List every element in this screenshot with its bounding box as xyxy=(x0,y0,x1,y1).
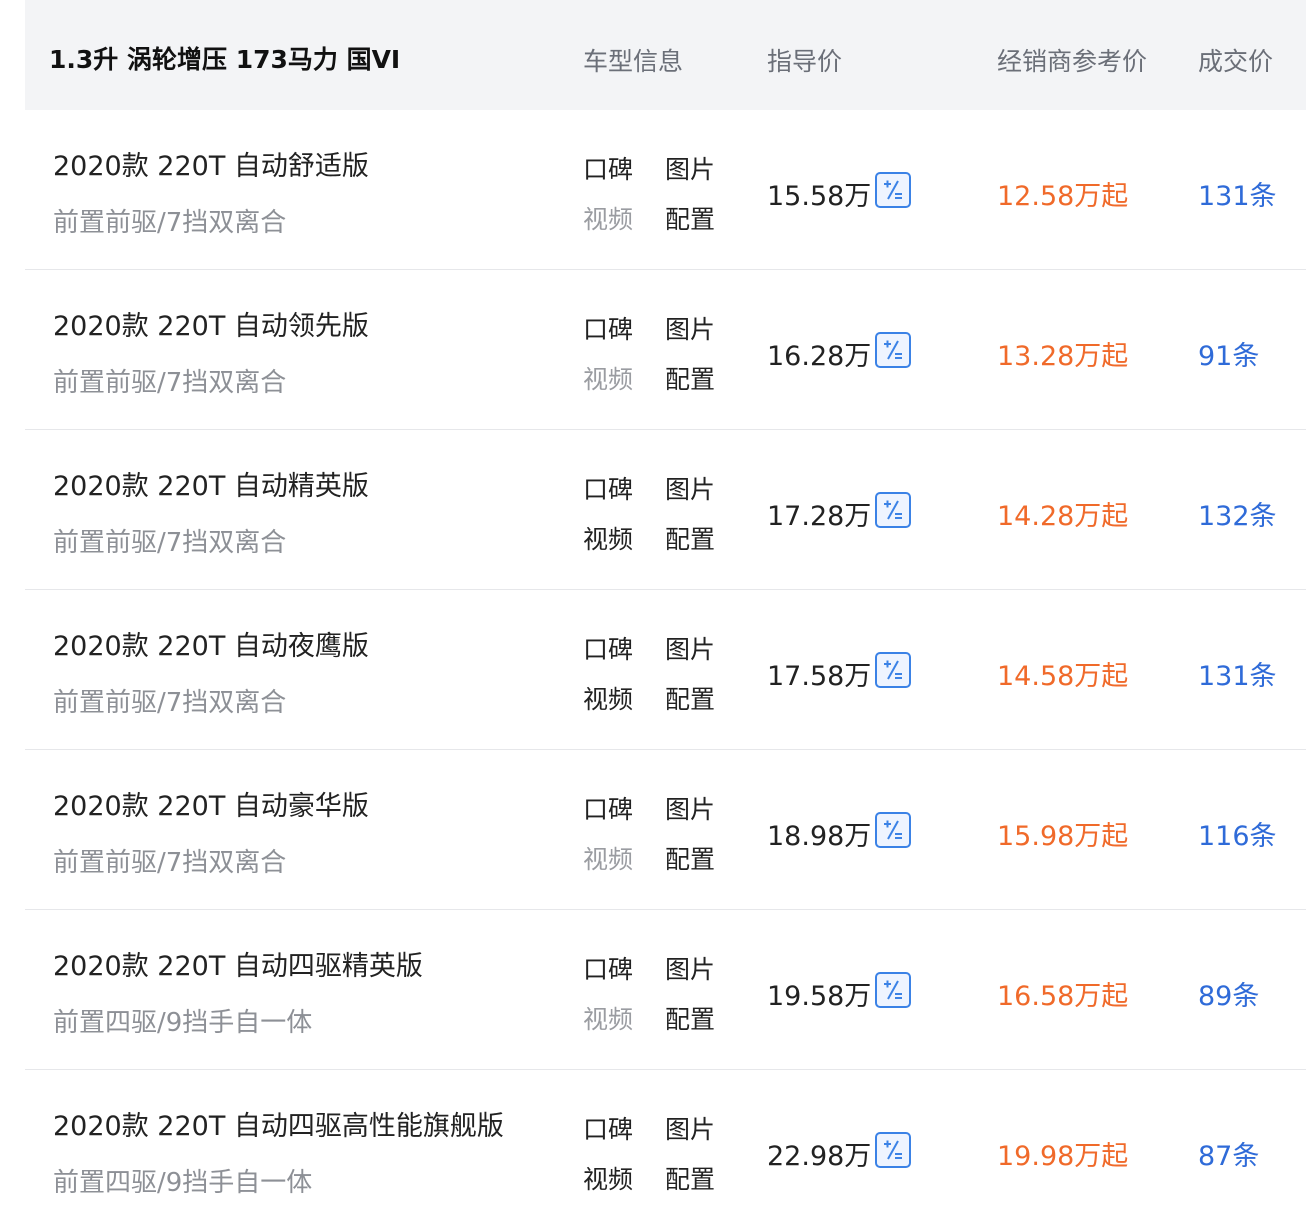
column-header-deal-price: 成交价 xyxy=(1198,47,1274,76)
guide-price: 17.58万 xyxy=(767,661,872,692)
column-header-guide-price: 指导价 xyxy=(767,47,843,76)
model-name-link[interactable]: 2020款 220T 自动领先版 xyxy=(53,304,369,343)
table-row: 2020款 220T 自动领先版前置前驱/7挡双离合 口碑 图片 视频 配置 16.28万… xyxy=(25,270,1306,430)
dealer-price-link[interactable]: 16.58万起 xyxy=(997,974,1128,1013)
photos-link[interactable]: 图片 xyxy=(665,790,715,826)
dealer-price-link[interactable]: 14.58万起 xyxy=(997,654,1128,693)
table-header: 1.3升 涡轮增压 173马力 国VI 车型信息 指导价 经销商参考价 成交价 xyxy=(25,0,1306,110)
model-spec: 前置四驱/9挡手自一体 xyxy=(53,1008,313,1038)
reviews-link[interactable]: 口碑 xyxy=(583,150,633,186)
config-link[interactable]: 配置 xyxy=(665,200,715,236)
reviews-link[interactable]: 口碑 xyxy=(583,950,633,986)
calculator-icon[interactable] xyxy=(875,972,911,1008)
deal-count-link[interactable]: 131条 xyxy=(1198,654,1277,693)
table-row: 2020款 220T 自动四驱高性能旗舰版前置四驱/9挡手自一体 口碑 图片 视频 配置… xyxy=(25,1070,1306,1216)
deal-count-link[interactable]: 116条 xyxy=(1198,814,1277,853)
video-link[interactable]: 视频 xyxy=(583,360,633,396)
guide-price: 16.28万 xyxy=(767,341,872,372)
reviews-link[interactable]: 口碑 xyxy=(583,630,633,666)
guide-price: 15.58万 xyxy=(767,181,872,212)
dealer-price-link[interactable]: 14.28万起 xyxy=(997,494,1128,533)
table-body: 2020款 220T 自动舒适版 前置前驱/7挡双离合 口碑 图片 视频 配置 15.58万… xyxy=(25,110,1306,1216)
reviews-link[interactable]: 口碑 xyxy=(583,470,633,506)
table-row: 2020款 220T 自动舒适版前置前驱/7挡双离合 口碑 图片 视频 配置 15.58万… xyxy=(25,110,1306,270)
config-link[interactable]: 配置 xyxy=(665,1000,715,1036)
model-name-link[interactable]: 2020款 220T 自动四驱高性能旗舰版 xyxy=(53,1104,504,1143)
config-link[interactable]: 配置 xyxy=(665,520,715,556)
photos-link[interactable]: 图片 xyxy=(665,310,715,346)
guide-price: 18.98万 xyxy=(767,821,872,852)
config-link[interactable]: 配置 xyxy=(665,840,715,876)
reviews-link[interactable]: 口碑 xyxy=(583,310,633,346)
video-link[interactable]: 视频 xyxy=(583,680,633,716)
dealer-price-link[interactable]: 19.98万起 xyxy=(997,1134,1128,1173)
photos-link[interactable]: 图片 xyxy=(665,630,715,666)
video-link[interactable]: 视频 xyxy=(583,840,633,876)
table-row: 2020款 220T 自动精英版前置前驱/7挡双离合 口碑 图片 视频 配置 17.28万… xyxy=(25,430,1306,590)
calculator-icon[interactable] xyxy=(875,652,911,688)
guide-price: 19.58万 xyxy=(767,981,872,1012)
table-row: 2020款 220T 自动夜鹰版前置前驱/7挡双离合 口碑 图片 视频 配置 17.58万… xyxy=(25,590,1306,750)
model-spec: 前置前驱/7挡双离合 xyxy=(53,528,287,558)
model-name-link[interactable]: 2020款 220T 自动夜鹰版 xyxy=(53,624,369,663)
reviews-link[interactable]: 口碑 xyxy=(583,790,633,826)
deal-count-link[interactable]: 132条 xyxy=(1198,494,1277,533)
guide-price: 22.98万 xyxy=(767,1141,872,1172)
column-header-model-info: 车型信息 xyxy=(583,47,684,76)
photos-link[interactable]: 图片 xyxy=(665,1110,715,1146)
deal-count-link[interactable]: 131条 xyxy=(1198,174,1277,213)
table-row: 2020款 220T 自动豪华版前置前驱/7挡双离合 口碑 图片 视频 配置 18.98万… xyxy=(25,750,1306,910)
calculator-icon[interactable] xyxy=(875,492,911,528)
model-spec: 前置前驱/7挡双离合 xyxy=(53,688,287,718)
deal-count-link[interactable]: 91条 xyxy=(1198,334,1259,373)
model-name-link[interactable]: 2020款 220T 自动豪华版 xyxy=(53,784,369,823)
price-table: 1.3升 涡轮增压 173马力 国VI 车型信息 指导价 经销商参考价 成交价 … xyxy=(0,0,1306,1216)
column-header-dealer-price: 经销商参考价 xyxy=(997,47,1148,76)
calculator-icon[interactable] xyxy=(875,172,911,208)
model-spec: 前置前驱/7挡双离合 xyxy=(53,368,287,398)
config-link[interactable]: 配置 xyxy=(665,680,715,716)
video-link[interactable]: 视频 xyxy=(583,1160,633,1196)
dealer-price-link[interactable]: 15.98万起 xyxy=(997,814,1128,853)
config-link[interactable]: 配置 xyxy=(665,1160,715,1196)
video-link[interactable]: 视频 xyxy=(583,200,633,236)
photos-link[interactable]: 图片 xyxy=(665,150,715,186)
model-name-link[interactable]: 2020款 220T 自动精英版 xyxy=(53,464,369,503)
deal-count-link[interactable]: 89条 xyxy=(1198,974,1259,1013)
model-spec: 前置四驱/9挡手自一体 xyxy=(53,1168,313,1198)
video-link[interactable]: 视频 xyxy=(583,520,633,556)
model-name-link[interactable]: 2020款 220T 自动舒适版 xyxy=(53,144,369,183)
calculator-icon[interactable] xyxy=(875,1132,911,1168)
engine-group-title: 1.3升 涡轮增压 173马力 国VI xyxy=(49,45,401,74)
dealer-price-link[interactable]: 13.28万起 xyxy=(997,334,1128,373)
reviews-link[interactable]: 口碑 xyxy=(583,1110,633,1146)
dealer-price-link[interactable]: 12.58万起 xyxy=(997,174,1128,213)
model-spec: 前置前驱/7挡双离合 xyxy=(53,208,287,238)
config-link[interactable]: 配置 xyxy=(665,360,715,396)
deal-count-link[interactable]: 87条 xyxy=(1198,1134,1259,1173)
calculator-icon[interactable] xyxy=(875,812,911,848)
model-spec: 前置前驱/7挡双离合 xyxy=(53,848,287,878)
video-link[interactable]: 视频 xyxy=(583,1000,633,1036)
photos-link[interactable]: 图片 xyxy=(665,950,715,986)
calculator-icon[interactable] xyxy=(875,332,911,368)
guide-price: 17.28万 xyxy=(767,501,872,532)
table-row: 2020款 220T 自动四驱精英版前置四驱/9挡手自一体 口碑 图片 视频 配置 19.… xyxy=(25,910,1306,1070)
model-name-link[interactable]: 2020款 220T 自动四驱精英版 xyxy=(53,944,423,983)
photos-link[interactable]: 图片 xyxy=(665,470,715,506)
